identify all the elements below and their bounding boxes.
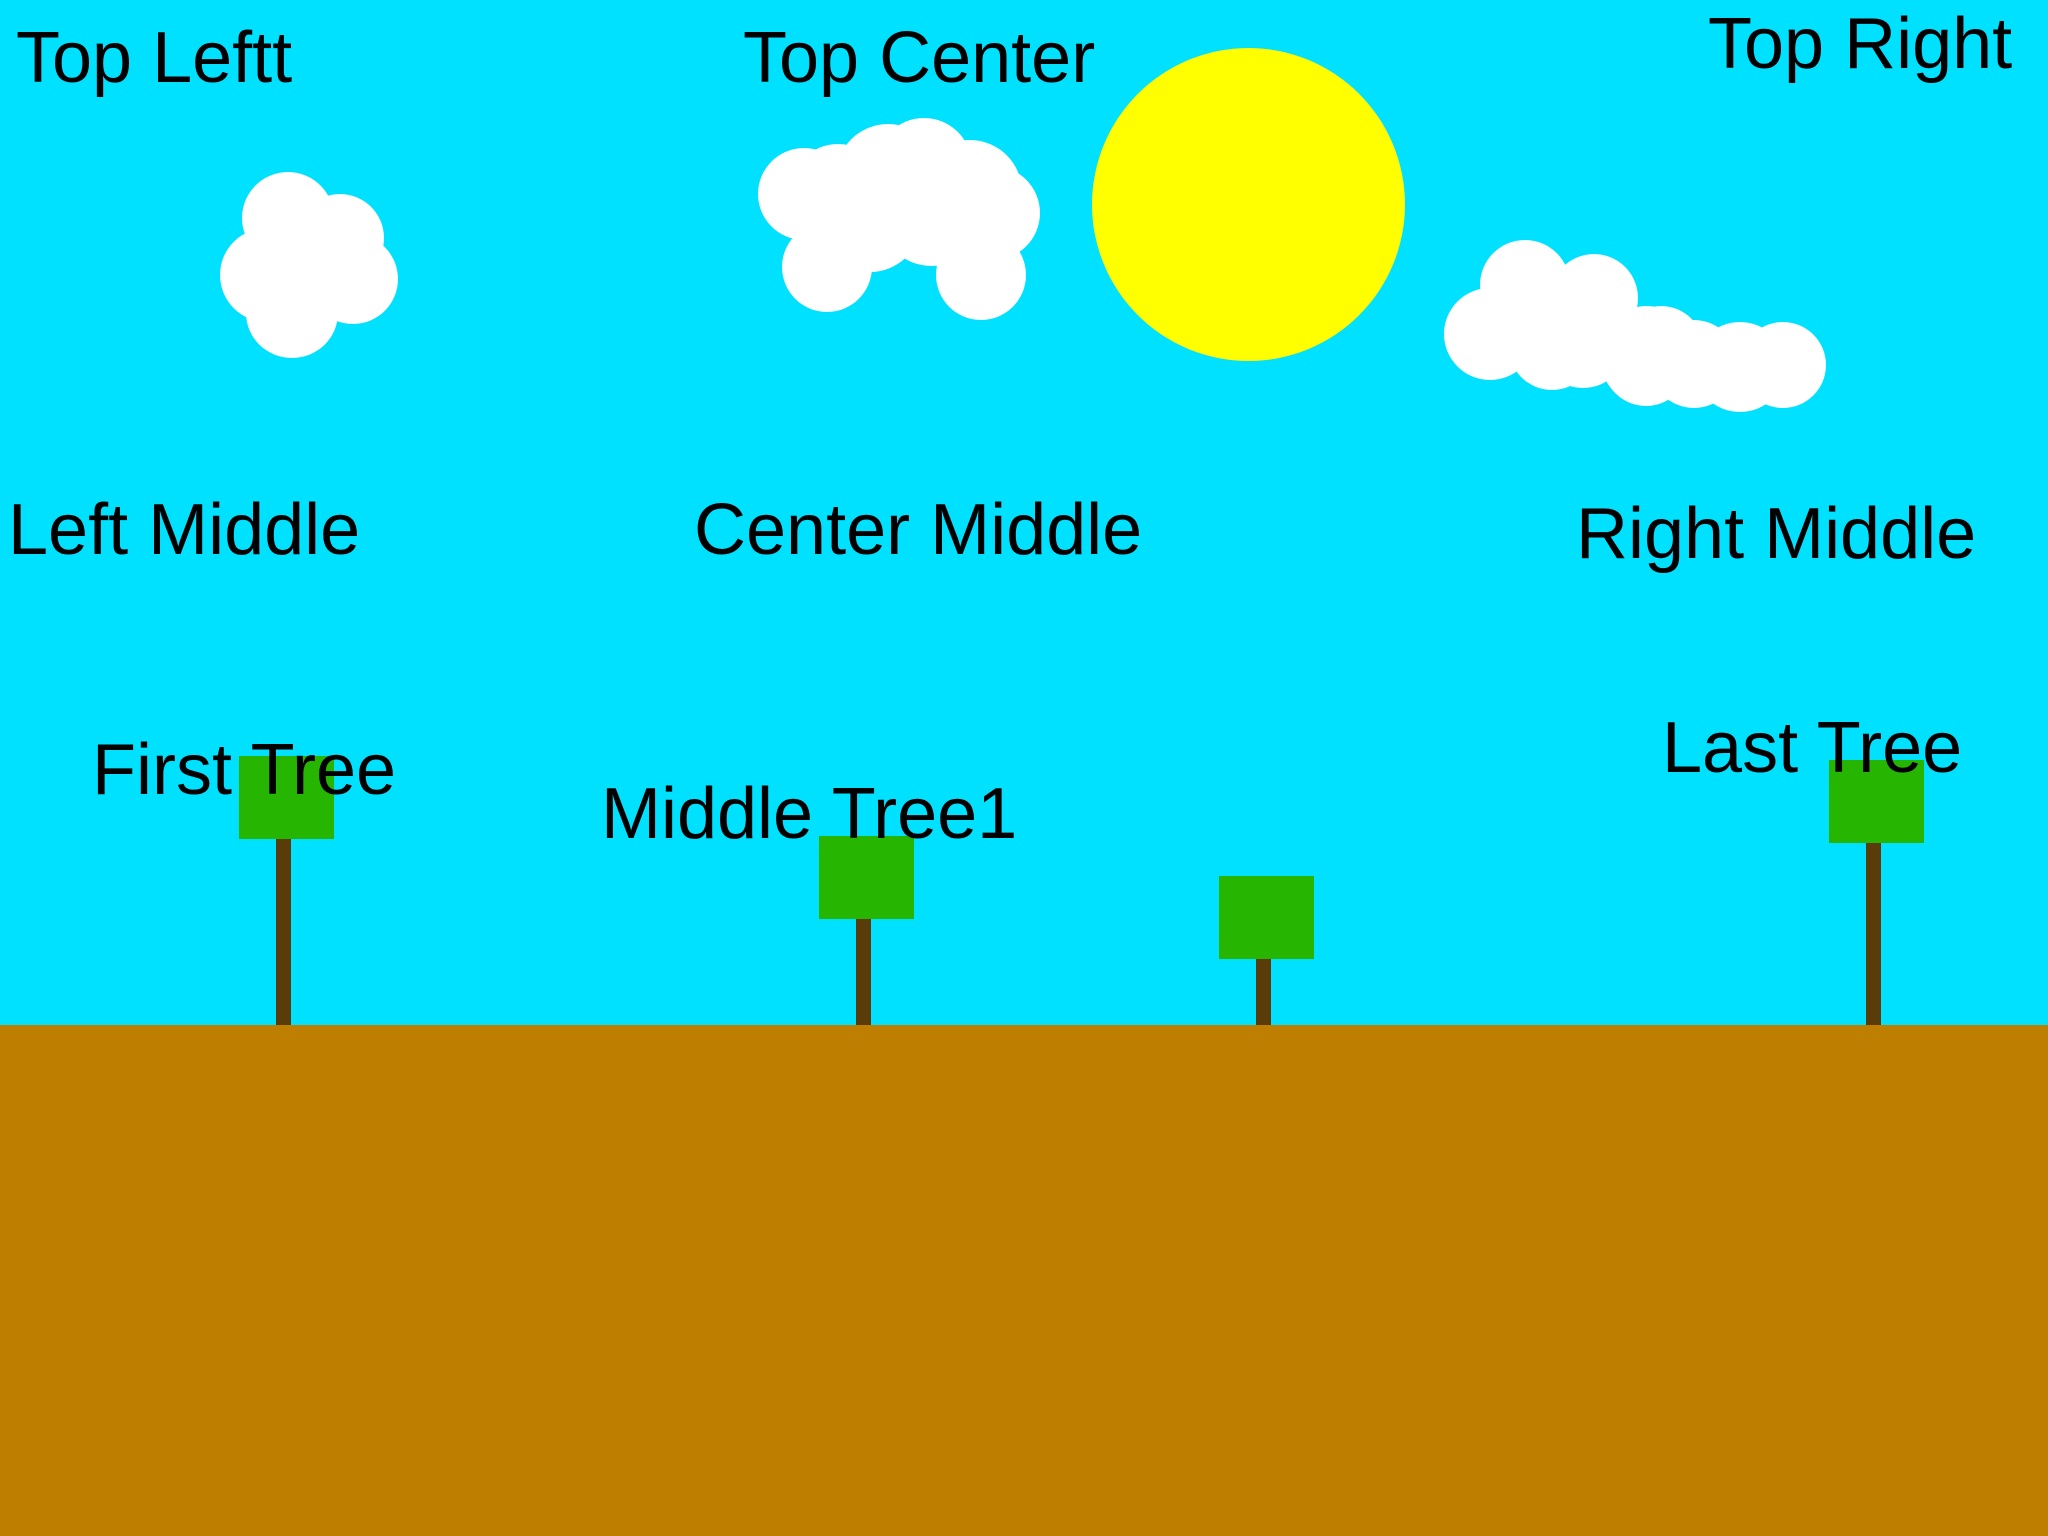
label-middle-tree1: Middle Tree1 bbox=[601, 774, 1018, 854]
label-first-tree: First Tree bbox=[92, 730, 397, 810]
label-left-middle: Left Middle bbox=[8, 490, 361, 570]
tree-trunk bbox=[276, 830, 291, 1025]
label-top-right: Top Right bbox=[1708, 4, 2013, 84]
label-top-left: Top Leftt bbox=[16, 18, 293, 98]
tree-trunk bbox=[1256, 950, 1271, 1025]
tree-trunk bbox=[856, 910, 871, 1025]
tree-trunk bbox=[1866, 834, 1881, 1025]
label-last-tree: Last Tree bbox=[1662, 708, 1963, 788]
ground bbox=[0, 1025, 2048, 1536]
sun bbox=[1092, 48, 1405, 361]
tree-canopy bbox=[1219, 876, 1314, 959]
scene: Top Leftt Top Center Top Right Left Midd… bbox=[0, 0, 2048, 1536]
label-top-center: Top Center bbox=[743, 18, 1096, 98]
label-right-middle: Right Middle bbox=[1576, 494, 1977, 574]
label-center-middle: Center Middle bbox=[694, 490, 1143, 570]
